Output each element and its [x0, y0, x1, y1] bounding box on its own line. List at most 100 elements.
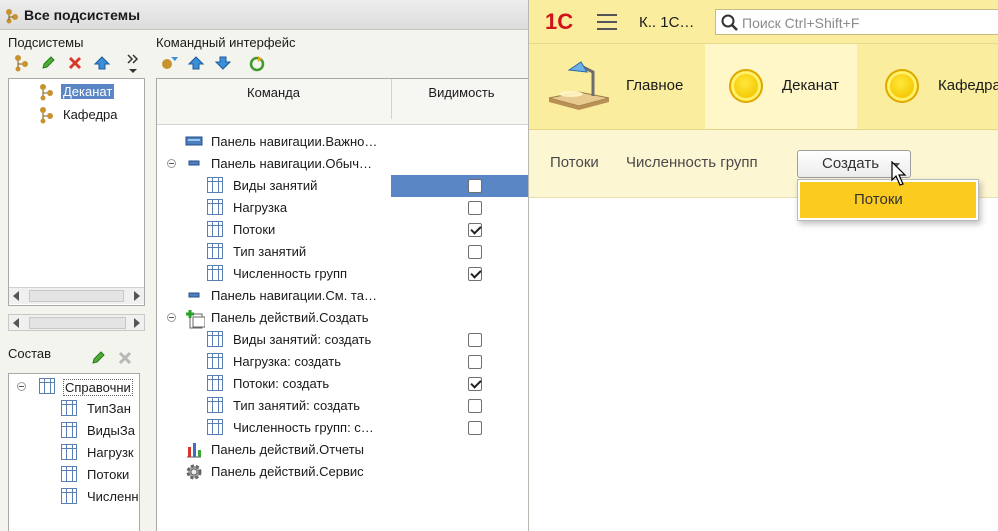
table-row[interactable]: Численность групп: с…: [157, 417, 530, 439]
visibility-checkbox[interactable]: [468, 355, 482, 369]
visibility-checkbox[interactable]: [468, 201, 482, 215]
panel-small-icon: [185, 155, 203, 174]
table-row[interactable]: Нагрузка: [157, 197, 530, 219]
visibility-checkbox[interactable]: [468, 267, 482, 281]
content-item[interactable]: Нагрузк: [9, 442, 139, 464]
table-row[interactable]: Численность групп: [157, 263, 530, 285]
table-row[interactable]: Панель действий.Отчеты: [157, 439, 530, 461]
command-link-potoki[interactable]: Потоки: [550, 154, 599, 171]
subsystem-tree-icon: [37, 83, 55, 104]
section-glavnoe[interactable]: Главное: [529, 44, 705, 129]
menu-burger-icon[interactable]: [597, 14, 617, 35]
delete-icon[interactable]: [67, 55, 83, 74]
visibility-checkbox[interactable]: [468, 421, 482, 435]
service-gear-icon: [185, 463, 203, 484]
section-label: Главное: [626, 77, 684, 94]
visibility-checkbox[interactable]: [468, 179, 482, 193]
command-label: Виды занятий: [233, 178, 318, 193]
command-interface-label: Командный интерфейс: [156, 35, 296, 50]
catalog-icon: [61, 400, 77, 416]
command-link-chislennost[interactable]: Численность групп: [626, 154, 758, 171]
edit-pencil-icon[interactable]: [40, 55, 56, 74]
content-item[interactable]: Потоки: [9, 464, 139, 486]
table-row[interactable]: Виды занятий: [157, 175, 530, 197]
move-up-icon[interactable]: [187, 55, 205, 74]
table-row[interactable]: Тип занятий: [157, 241, 530, 263]
command-label: Численность групп: [233, 266, 348, 281]
command-label: Потоки: создать: [233, 376, 330, 391]
command-label: Панель навигации.См. та…: [211, 288, 377, 303]
scroll-right-arrow-icon[interactable]: [134, 318, 140, 328]
subsystem-item[interactable]: Деканат: [9, 81, 144, 103]
content-item[interactable]: ТипЗан: [9, 398, 139, 420]
sections-panel: Главное Деканат Кафедра: [529, 44, 998, 130]
visibility-checkbox[interactable]: [468, 377, 482, 391]
table-row[interactable]: Тип занятий: создать: [157, 395, 530, 417]
create-menu-item-label: Потоки: [854, 191, 903, 208]
table-row[interactable]: Виды занятий: создать: [157, 329, 530, 351]
scroll-left-arrow-icon[interactable]: [13, 318, 19, 328]
catalog-icon: [207, 199, 223, 215]
horizontal-scrollbar[interactable]: [9, 287, 144, 304]
visibility-checkbox[interactable]: [468, 245, 482, 259]
scroll-thumb[interactable]: [29, 317, 126, 329]
content-item[interactable]: ВидыЗа: [9, 420, 139, 442]
content-item-label: Численн: [87, 489, 139, 504]
section-kafedra[interactable]: Кафедра: [857, 44, 998, 129]
move-up-icon[interactable]: [93, 55, 111, 74]
catalog-icon: [207, 375, 223, 391]
yellow-circle-icon: [885, 69, 919, 103]
more-chevron-icon[interactable]: [126, 53, 140, 78]
subsystem-item[interactable]: Кафедра: [9, 104, 144, 126]
app-caption[interactable]: К.. 1С…: [639, 14, 694, 31]
search-input[interactable]: Поиск Ctrl+Shift+F: [715, 9, 998, 35]
table-row[interactable]: Панель навигации.См. та…: [157, 285, 530, 307]
catalog-icon: [61, 488, 77, 504]
window-title: Все подсистемы: [24, 7, 141, 23]
content-item-label: Потоки: [87, 467, 130, 482]
refresh-icon[interactable]: [248, 55, 266, 76]
command-label: Численность групп: с…: [233, 420, 374, 435]
table-row[interactable]: Панель навигации.Обыч…: [157, 153, 530, 175]
command-table[interactable]: Команда Видимость Панель навигации.Важно…: [156, 78, 530, 531]
table-row[interactable]: Потоки: [157, 219, 530, 241]
reports-icon: [185, 441, 203, 462]
table-row[interactable]: Панель действий.Создать: [157, 307, 530, 329]
collapse-toggle-icon[interactable]: [167, 313, 176, 322]
subsystem-switch-icon[interactable]: [160, 54, 180, 75]
column-header-visibility[interactable]: Видимость: [391, 79, 530, 119]
content-tree[interactable]: Справочни ТипЗан ВидыЗа Нагрузк Потоки Ч…: [8, 373, 140, 531]
1c-logo[interactable]: 1С: [545, 9, 573, 35]
scroll-right-arrow-icon[interactable]: [134, 291, 140, 301]
collapse-toggle-icon[interactable]: [17, 382, 26, 391]
section-label: Деканат: [782, 77, 839, 94]
collapse-toggle-icon[interactable]: [167, 159, 176, 168]
command-label: Панель действий.Отчеты: [211, 442, 365, 457]
horizontal-scrollbar[interactable]: [8, 314, 145, 331]
table-row[interactable]: Нагрузка: создать: [157, 351, 530, 373]
subsystems-tree[interactable]: Деканат Кафедра: [8, 78, 145, 306]
scroll-left-arrow-icon[interactable]: [13, 291, 19, 301]
visibility-checkbox[interactable]: [468, 223, 482, 237]
edit-pencil-icon[interactable]: [90, 350, 106, 369]
column-header-command[interactable]: Команда: [157, 85, 390, 100]
subsystem-tree-icon[interactable]: [12, 54, 30, 75]
content-item[interactable]: Численн: [9, 486, 139, 508]
search-icon: [721, 14, 739, 35]
catalog-icon: [207, 419, 223, 435]
table-row[interactable]: Панель навигации.Важно…: [157, 131, 530, 153]
table-header: Команда Видимость: [157, 79, 530, 125]
visibility-checkbox[interactable]: [468, 333, 482, 347]
section-dekanat[interactable]: Деканат: [705, 44, 857, 129]
visibility-checkbox[interactable]: [468, 399, 482, 413]
subsystem-tree-icon: [4, 8, 20, 27]
move-down-icon[interactable]: [214, 55, 232, 74]
desk-lamp-icon: [547, 58, 611, 117]
content-root-item[interactable]: Справочни: [9, 376, 139, 398]
delete-icon[interactable]: [117, 350, 133, 369]
table-row[interactable]: Потоки: создать: [157, 373, 530, 395]
table-row[interactable]: Панель действий.Сервис: [157, 461, 530, 483]
scroll-thumb[interactable]: [29, 290, 124, 302]
command-label: Нагрузка: [233, 200, 288, 215]
create-menu-item-potoki[interactable]: Потоки: [800, 182, 976, 218]
